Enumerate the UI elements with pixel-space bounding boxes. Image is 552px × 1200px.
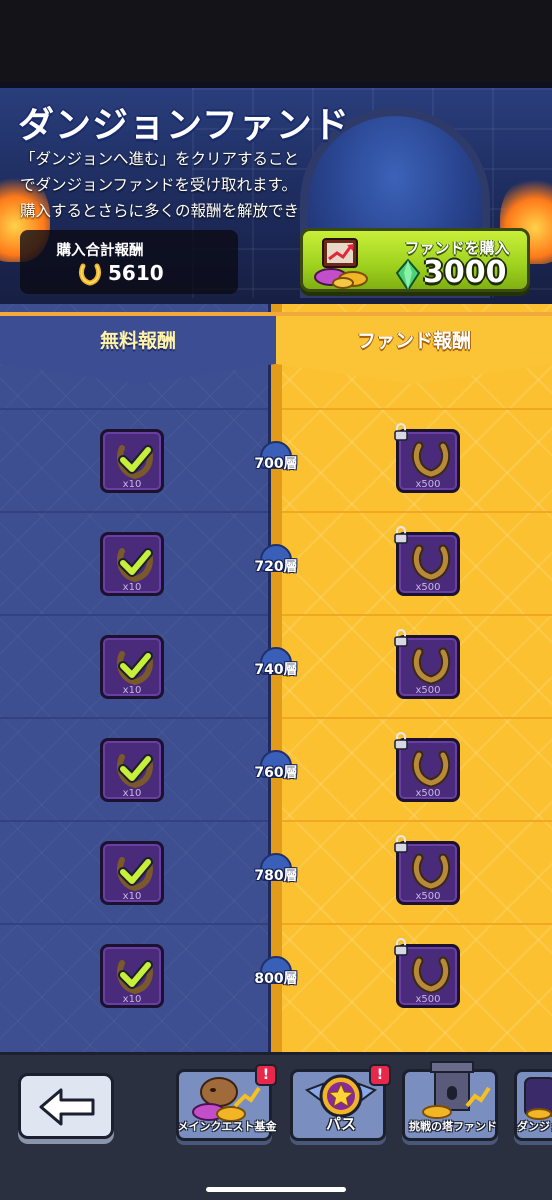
row-separator [0, 408, 268, 410]
green-gem-icon [395, 259, 421, 291]
fund-description: 「ダンジョンへ進む」をクリアすること でダンジョンファンドを受け取れます。 購入… [20, 146, 350, 224]
row-separator [282, 820, 552, 822]
total-reward-value: 5610 [108, 261, 164, 285]
claimed-checkmark-icon [117, 754, 153, 789]
back-button[interactable] [18, 1073, 114, 1139]
reward-quantity: x10 [122, 479, 142, 490]
floor-marker: 780層 [252, 853, 300, 899]
claimed-checkmark-icon [117, 857, 153, 892]
tab-fund-label: ファンド報酬 [356, 330, 471, 352]
description-line: 「ダンジョンへ進む」をクリアすること [20, 150, 300, 168]
claimed-checkmark-icon [117, 445, 153, 480]
description-line: でダンジョンファンドを受け取れます。 [20, 176, 297, 194]
bottom-navigation: メインクエスト基金 ! パス ! 挑戦の塔ファンド ダンジョ [0, 1052, 552, 1200]
free-reward-tile[interactable]: x10 [100, 635, 164, 699]
notification-badge: ! [255, 1064, 277, 1086]
reward-quantity: x10 [122, 582, 142, 593]
claimed-checkmark-icon [117, 548, 153, 583]
description-line: 購入するとさらに多くの報酬を解放でき [20, 202, 300, 220]
floor-label: 700層 [254, 456, 298, 472]
nav-main-quest-fund[interactable]: メインクエスト基金 ! [176, 1064, 277, 1141]
nav-tower-fund[interactable]: 挑戦の塔ファンド [402, 1061, 498, 1141]
nav-pass-label: パス [325, 1115, 356, 1133]
floor-label: 740層 [254, 662, 298, 678]
lock-icon [394, 732, 408, 750]
row-separator [0, 511, 268, 513]
floor-marker: 700層 [252, 441, 300, 487]
row-separator [0, 923, 268, 925]
nav-dungeon-fund-label: ダンジョ [517, 1120, 552, 1133]
nav-pass[interactable]: パス ! [290, 1064, 391, 1141]
page-title: ダンジョンファンド [18, 105, 350, 146]
floor-marker: 760層 [252, 750, 300, 796]
claimed-checkmark-icon [117, 960, 153, 995]
reward-quantity: x10 [122, 891, 142, 902]
reward-quantity: x10 [122, 788, 142, 799]
free-reward-tile[interactable]: x10 [100, 429, 164, 493]
free-reward-tile[interactable]: x10 [100, 944, 164, 1008]
reward-quantity: x500 [415, 788, 441, 799]
nav-dungeon-fund[interactable]: ダンジョ [514, 1069, 552, 1141]
row-separator [282, 923, 552, 925]
lock-icon [394, 423, 408, 441]
floor-label: 760層 [254, 765, 298, 781]
horseshoe-icon [411, 853, 451, 891]
treasure-chest-icon [314, 238, 368, 289]
free-reward-tile[interactable]: x10 [100, 532, 164, 596]
horseshoe-icon [411, 544, 451, 582]
lock-icon [394, 526, 408, 544]
row-separator [282, 511, 552, 513]
horseshoe-icon [411, 956, 451, 994]
floor-marker: 740層 [252, 647, 300, 693]
fund-header: ダンジョンファンド 「ダンジョンへ進む」をクリアすること でダンジョンファンドを… [0, 82, 552, 304]
status-bar [0, 0, 552, 82]
floor-label: 720層 [254, 559, 298, 575]
nav-main-quest-fund-label: メインクエスト基金 [177, 1120, 277, 1133]
row-separator [282, 717, 552, 719]
tab-free-label: 無料報酬 [99, 330, 176, 352]
reward-quantity: x500 [415, 994, 441, 1005]
horseshoe-icon [411, 441, 451, 479]
free-reward-tile[interactable]: x10 [100, 841, 164, 905]
row-separator [282, 408, 552, 410]
horseshoe-icon [79, 263, 101, 286]
floor-marker: 800層 [252, 956, 300, 1002]
nav-tower-fund-label: 挑戦の塔ファンド [409, 1120, 497, 1133]
home-indicator [206, 1187, 346, 1192]
claimed-checkmark-icon [117, 651, 153, 686]
floor-label: 780層 [254, 868, 298, 884]
total-reward-label: 購入合計報酬 [56, 243, 144, 259]
row-separator [0, 614, 268, 616]
row-separator [0, 820, 268, 822]
total-reward-box: 購入合計報酬 5610 [20, 230, 238, 294]
lock-icon [394, 629, 408, 647]
reward-quantity: x10 [122, 685, 142, 696]
reward-quantity: x10 [122, 994, 142, 1005]
row-separator [0, 717, 268, 719]
tower-coins-icon [422, 1061, 491, 1119]
lock-icon [394, 938, 408, 956]
buy-fund-price: 3000 [423, 255, 507, 290]
floor-marker: 720層 [252, 544, 300, 590]
horseshoe-icon [411, 647, 451, 685]
reward-quantity: x500 [415, 891, 441, 902]
buy-fund-button[interactable]: ファンドを購入 3000 [300, 228, 530, 292]
reward-list[interactable]: x10 x500 700層 x10 x500 720層 x10 x500 740… [0, 304, 552, 1052]
lock-icon [394, 835, 408, 853]
floor-label: 800層 [254, 971, 298, 987]
horseshoe-icon [411, 750, 451, 788]
back-arrow-icon [39, 1088, 95, 1126]
free-reward-tile[interactable]: x10 [100, 738, 164, 802]
reward-quantity: x500 [415, 479, 441, 490]
row-separator [282, 614, 552, 616]
reward-quantity: x500 [415, 685, 441, 696]
reward-quantity: x500 [415, 582, 441, 593]
notification-badge: ! [369, 1064, 391, 1086]
